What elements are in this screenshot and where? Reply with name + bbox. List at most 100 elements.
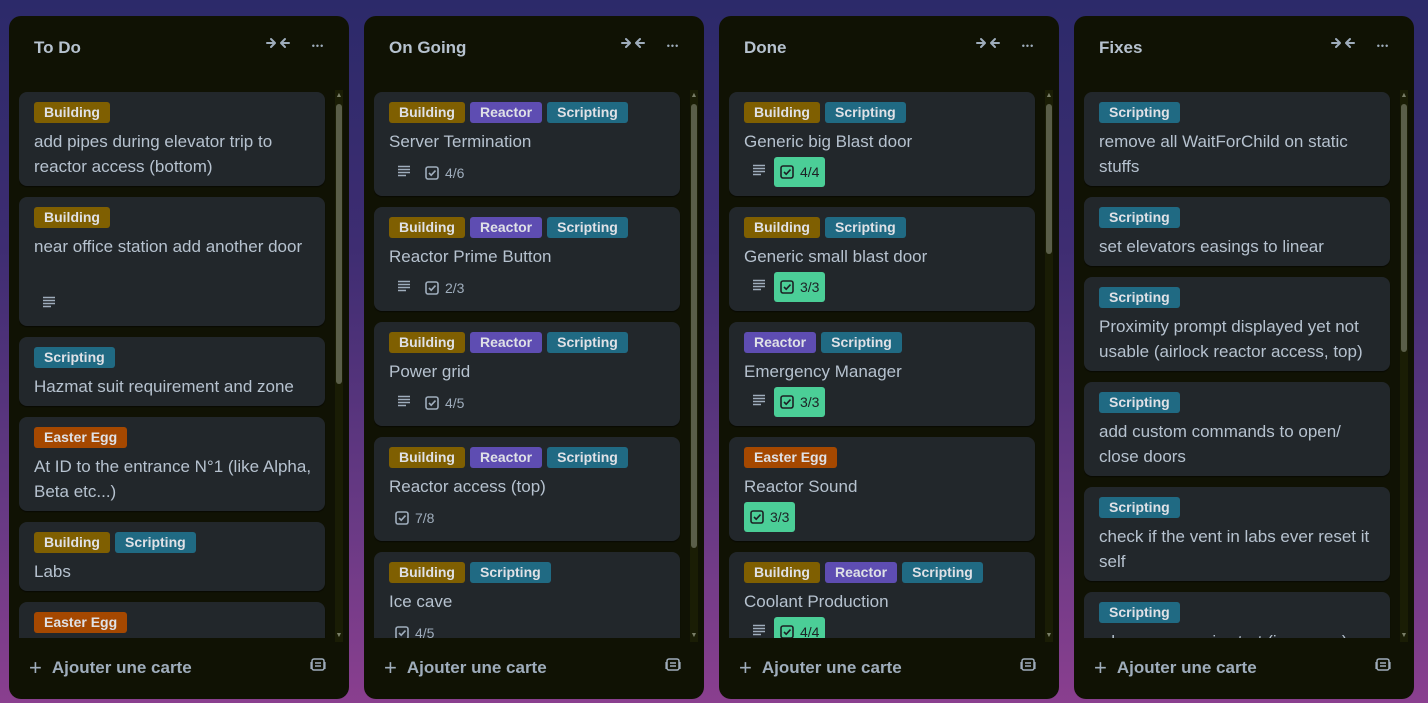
scrollbar[interactable]: ▲ ▼ bbox=[335, 90, 343, 642]
label-scripting[interactable]: Scripting bbox=[547, 217, 628, 238]
card-title: check if the vent in labs ever reset it … bbox=[1099, 527, 1370, 571]
card[interactable]: Scripting set elevators easings to linear bbox=[1084, 197, 1390, 266]
collapse-arrows-icon[interactable] bbox=[975, 34, 1001, 58]
label-building[interactable]: Building bbox=[34, 102, 110, 123]
label-reactor[interactable]: Reactor bbox=[470, 447, 543, 468]
label-scripting[interactable]: Scripting bbox=[825, 102, 906, 123]
scroll-up-icon[interactable]: ▲ bbox=[1400, 92, 1408, 100]
card[interactable]: Easter Egg Reactor Sound 3/3 bbox=[729, 437, 1035, 541]
label-reactor[interactable]: Reactor bbox=[470, 217, 543, 238]
card[interactable]: Scripting check if the vent in labs ever … bbox=[1084, 487, 1390, 581]
card[interactable]: Scripting remove all WaitForChild on stat… bbox=[1084, 92, 1390, 186]
scroll-thumb[interactable] bbox=[1401, 104, 1407, 352]
ellipsis-icon[interactable]: ••• bbox=[305, 34, 331, 58]
card[interactable]: Building Reactor Scripting Reactor access (… bbox=[374, 437, 680, 541]
label-scripting[interactable]: Scripting bbox=[1099, 287, 1180, 308]
label-scripting[interactable]: Scripting bbox=[34, 347, 115, 368]
label-scripting[interactable]: Scripting bbox=[825, 217, 906, 238]
label-scripting[interactable]: Scripting bbox=[547, 447, 628, 468]
label-easter[interactable]: Easter Egg bbox=[34, 612, 128, 633]
label-building[interactable]: Building bbox=[389, 102, 465, 123]
label-scripting[interactable]: Scripting bbox=[821, 332, 902, 353]
card-template-icon[interactable] bbox=[307, 657, 329, 679]
label-scripting[interactable]: Scripting bbox=[1099, 102, 1180, 123]
card[interactable]: Building near office station add another … bbox=[19, 197, 325, 326]
scroll-thumb[interactable] bbox=[336, 104, 342, 384]
label-building[interactable]: Building bbox=[389, 447, 465, 468]
label-building[interactable]: Building bbox=[744, 217, 820, 238]
add-card-button[interactable]: + Ajouter une carte bbox=[739, 655, 902, 681]
card[interactable]: Scripting Hazmat suit requirement and zon… bbox=[19, 337, 325, 406]
scroll-up-icon[interactable]: ▲ bbox=[1045, 92, 1053, 100]
label-scripting[interactable]: Scripting bbox=[470, 562, 551, 583]
card[interactable]: Building Scripting Ice cave 4/5 bbox=[374, 552, 680, 638]
card-template-icon[interactable] bbox=[662, 657, 684, 679]
card[interactable]: Building Reactor Scripting Reactor Prime Bu… bbox=[374, 207, 680, 311]
scroll-down-icon[interactable]: ▼ bbox=[1045, 632, 1053, 640]
card[interactable]: Building Reactor Scripting Coolant Producti… bbox=[729, 552, 1035, 638]
label-scripting[interactable]: Scripting bbox=[1099, 497, 1180, 518]
label-building[interactable]: Building bbox=[744, 562, 820, 583]
scrollbar[interactable]: ▲ ▼ bbox=[1400, 90, 1408, 642]
card[interactable]: Building Scripting Labs bbox=[19, 522, 325, 591]
checkbox-icon bbox=[425, 159, 439, 189]
list-title[interactable]: Fixes bbox=[1099, 38, 1142, 58]
scroll-down-icon[interactable]: ▼ bbox=[1400, 632, 1408, 640]
card[interactable]: Easter Egg At ID to the entrance N°1 (lik… bbox=[19, 417, 325, 511]
label-scripting[interactable]: Scripting bbox=[115, 532, 196, 553]
card-template-icon[interactable] bbox=[1372, 657, 1394, 679]
label-building[interactable]: Building bbox=[389, 332, 465, 353]
label-scripting[interactable]: Scripting bbox=[547, 102, 628, 123]
card[interactable]: Building Reactor Scripting Server Terminati… bbox=[374, 92, 680, 196]
scroll-up-icon[interactable]: ▲ bbox=[690, 92, 698, 100]
label-easter[interactable]: Easter Egg bbox=[744, 447, 838, 468]
card[interactable]: Scripting Proximity prompt displayed yet … bbox=[1084, 277, 1390, 371]
label-building[interactable]: Building bbox=[34, 207, 110, 228]
scroll-down-icon[interactable]: ▼ bbox=[335, 632, 343, 640]
card[interactable]: Scripting when new music start (in a zone… bbox=[1084, 592, 1390, 638]
label-scripting[interactable]: Scripting bbox=[547, 332, 628, 353]
card[interactable]: Building Scripting Generic big Blast door 4… bbox=[729, 92, 1035, 196]
label-scripting[interactable]: Scripting bbox=[1099, 602, 1180, 623]
scroll-up-icon[interactable]: ▲ bbox=[335, 92, 343, 100]
label-easter[interactable]: Easter Egg bbox=[34, 427, 128, 448]
scroll-thumb[interactable] bbox=[1046, 104, 1052, 254]
card[interactable]: Reactor Scripting Emergency Manager 3/3 bbox=[729, 322, 1035, 426]
add-card-button[interactable]: + Ajouter une carte bbox=[384, 655, 547, 681]
collapse-arrows-icon[interactable] bbox=[265, 34, 291, 58]
card-badges: 4/5 bbox=[389, 388, 470, 418]
label-reactor[interactable]: Reactor bbox=[744, 332, 817, 353]
label-building[interactable]: Building bbox=[34, 532, 110, 553]
add-card-button[interactable]: + Ajouter une carte bbox=[1094, 655, 1257, 681]
card-labels: Easter Egg bbox=[34, 612, 132, 633]
ellipsis-icon[interactable]: ••• bbox=[660, 34, 686, 58]
scrollbar[interactable]: ▲ ▼ bbox=[1045, 90, 1053, 642]
label-reactor[interactable]: Reactor bbox=[470, 102, 543, 123]
label-reactor[interactable]: Reactor bbox=[470, 332, 543, 353]
collapse-arrows-icon[interactable] bbox=[1330, 34, 1356, 58]
collapse-arrows-icon[interactable] bbox=[620, 34, 646, 58]
card[interactable]: Easter EggRemake GUI Server Room bbox=[19, 602, 325, 638]
label-scripting[interactable]: Scripting bbox=[1099, 207, 1180, 228]
label-reactor[interactable]: Reactor bbox=[825, 562, 898, 583]
scrollbar[interactable]: ▲ ▼ bbox=[690, 90, 698, 642]
scroll-thumb[interactable] bbox=[691, 104, 697, 548]
add-card-button[interactable]: + Ajouter une carte bbox=[29, 655, 192, 681]
list-title[interactable]: To Do bbox=[34, 38, 81, 58]
checkbox-icon bbox=[780, 273, 794, 303]
card[interactable]: Building add pipes during elevator trip t… bbox=[19, 92, 325, 186]
list-title[interactable]: Done bbox=[744, 38, 787, 58]
list-title[interactable]: On Going bbox=[389, 38, 466, 58]
card-template-icon[interactable] bbox=[1017, 657, 1039, 679]
label-building[interactable]: Building bbox=[389, 217, 465, 238]
label-building[interactable]: Building bbox=[389, 562, 465, 583]
card[interactable]: Building Reactor Scripting Power grid 4/5 bbox=[374, 322, 680, 426]
card[interactable]: Building Scripting Generic small blast doo… bbox=[729, 207, 1035, 311]
label-scripting[interactable]: Scripting bbox=[902, 562, 983, 583]
ellipsis-icon[interactable]: ••• bbox=[1015, 34, 1041, 58]
label-building[interactable]: Building bbox=[744, 102, 820, 123]
card[interactable]: Scripting add custom commands to open/ cl… bbox=[1084, 382, 1390, 476]
label-scripting[interactable]: Scripting bbox=[1099, 392, 1180, 413]
scroll-down-icon[interactable]: ▼ bbox=[690, 632, 698, 640]
ellipsis-icon[interactable]: ••• bbox=[1370, 34, 1396, 58]
